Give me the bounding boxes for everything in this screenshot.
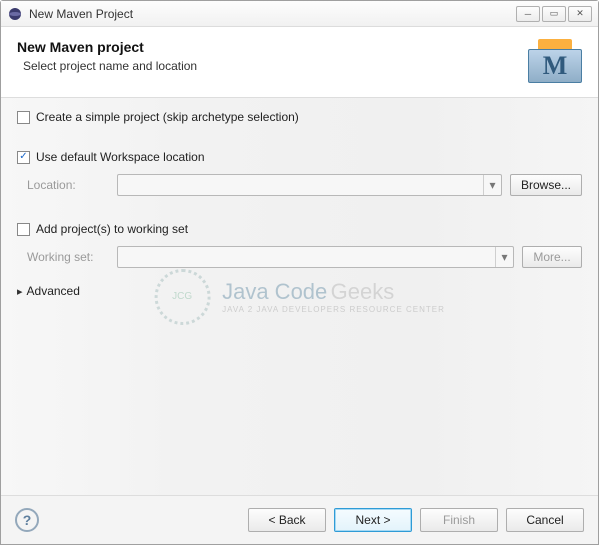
simple-project-row: Create a simple project (skip archetype … [17, 110, 582, 124]
default-workspace-label: Use default Workspace location [36, 150, 205, 164]
working-set-field-row: Working set: ▾ More... [27, 246, 582, 268]
back-button[interactable]: < Back [248, 508, 326, 532]
default-workspace-row: Use default Workspace location [17, 150, 582, 164]
next-button[interactable]: Next > [334, 508, 412, 532]
dialog-header: New Maven project Select project name an… [1, 27, 598, 98]
dropdown-arrow-icon: ▾ [483, 175, 501, 195]
simple-project-checkbox[interactable] [17, 111, 30, 124]
page-title: New Maven project [17, 39, 518, 55]
working-set-checkbox[interactable] [17, 223, 30, 236]
simple-project-label: Create a simple project (skip archetype … [36, 110, 299, 124]
dialog-footer: ? < Back Next > Finish Cancel [1, 495, 598, 544]
browse-button[interactable]: Browse... [510, 174, 582, 196]
cancel-button[interactable]: Cancel [506, 508, 584, 532]
dropdown-arrow-icon: ▾ [495, 247, 513, 267]
working-set-label: Working set: [27, 250, 109, 264]
location-combo: ▾ [117, 174, 502, 196]
working-set-row: Add project(s) to working set [17, 222, 582, 236]
page-subtitle: Select project name and location [23, 59, 518, 73]
location-row: Location: ▾ Browse... [27, 174, 582, 196]
maven-icon: M [528, 39, 582, 83]
titlebar: New Maven Project ─ ▭ ✕ [1, 1, 598, 27]
finish-button: Finish [420, 508, 498, 532]
window-buttons: ─ ▭ ✕ [516, 6, 592, 22]
help-icon[interactable]: ? [15, 508, 39, 532]
advanced-label: Advanced [27, 284, 80, 298]
more-button: More... [522, 246, 582, 268]
advanced-toggle[interactable]: Advanced [17, 284, 582, 298]
header-text: New Maven project Select project name an… [17, 39, 518, 73]
close-button[interactable]: ✕ [568, 6, 592, 22]
working-set-checkbox-label: Add project(s) to working set [36, 222, 188, 236]
dialog-window: New Maven Project ─ ▭ ✕ New Maven projec… [0, 0, 599, 545]
watermark-subtitle: JAVA 2 JAVA DEVELOPERS RESOURCE CENTER [222, 305, 445, 314]
window-title: New Maven Project [29, 7, 510, 21]
default-workspace-checkbox[interactable] [17, 151, 30, 164]
working-set-combo: ▾ [117, 246, 514, 268]
minimize-button[interactable]: ─ [516, 6, 540, 22]
maximize-button[interactable]: ▭ [542, 6, 566, 22]
location-label: Location: [27, 178, 109, 192]
dialog-content: Create a simple project (skip archetype … [1, 98, 598, 495]
eclipse-icon [7, 6, 23, 22]
